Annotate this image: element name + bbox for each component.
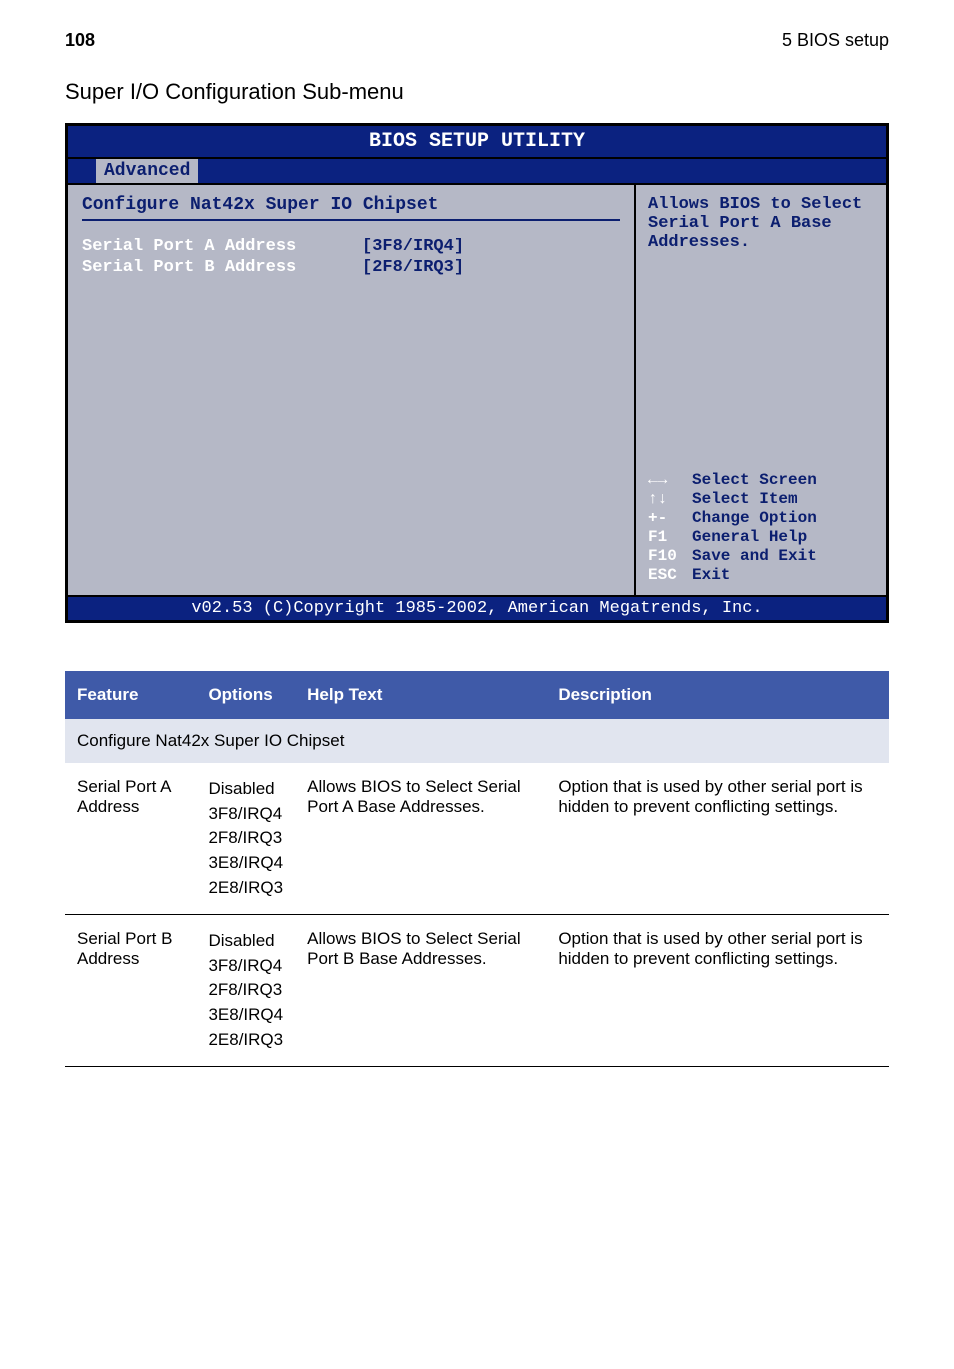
- bios-key-row: F1General Help: [648, 528, 874, 546]
- chapter-label: 5 BIOS setup: [782, 30, 889, 51]
- bios-key-action: Select Item: [692, 490, 798, 508]
- bios-setting-label: Serial Port B Address: [82, 258, 362, 277]
- bios-setting-value: [3F8/IRQ4]: [362, 237, 464, 256]
- bios-key: ESC: [648, 566, 692, 584]
- bios-title: BIOS SETUP UTILITY: [68, 126, 886, 159]
- section-title: Super I/O Configuration Sub-menu: [65, 79, 889, 105]
- bios-setting-value: [2F8/IRQ3]: [362, 258, 464, 277]
- bios-key-row: ←→Select Screen: [648, 471, 874, 489]
- th-feature: Feature: [65, 671, 196, 719]
- bios-key-row: +-Change Option: [648, 509, 874, 527]
- option-value: 2E8/IRQ3: [208, 876, 283, 901]
- cell-desc: Option that is used by other serial port…: [546, 763, 889, 915]
- cell-help: Allows BIOS to Select Serial Port B Base…: [295, 915, 546, 1067]
- option-value: 3F8/IRQ4: [208, 954, 283, 979]
- option-value: Disabled: [208, 929, 283, 954]
- option-value: 2F8/IRQ3: [208, 826, 283, 851]
- page-number: 108: [65, 30, 95, 51]
- bios-key: ↑↓: [648, 490, 692, 508]
- th-help: Help Text: [295, 671, 546, 719]
- cell-feature: Serial Port B Address: [65, 915, 196, 1067]
- table-row: Serial Port A AddressDisabled3F8/IRQ42F8…: [65, 763, 889, 915]
- option-value: 3E8/IRQ4: [208, 1003, 283, 1028]
- bios-key-action: Change Option: [692, 509, 817, 527]
- bios-key-action: Save and Exit: [692, 547, 817, 565]
- bios-help-text: Allows BIOS to Select Serial Port A Base…: [648, 195, 874, 252]
- option-value: 2E8/IRQ3: [208, 1028, 283, 1053]
- bios-help-panel: Allows BIOS to Select Serial Port A Base…: [636, 185, 886, 595]
- bios-key-row: ↑↓Select Item: [648, 490, 874, 508]
- bios-key-row: F10Save and Exit: [648, 547, 874, 565]
- option-value: Disabled: [208, 777, 283, 802]
- bios-key-action: General Help: [692, 528, 807, 546]
- cell-options: Disabled3F8/IRQ42F8/IRQ33E8/IRQ42E8/IRQ3: [196, 915, 295, 1067]
- bios-tab-row: Advanced: [68, 159, 886, 185]
- table-row: Serial Port B AddressDisabled3F8/IRQ42F8…: [65, 915, 889, 1067]
- feature-table: Feature Options Help Text Description Co…: [65, 671, 889, 1067]
- cell-desc: Option that is used by other serial port…: [546, 915, 889, 1067]
- th-options: Options: [196, 671, 295, 719]
- bios-key: +-: [648, 509, 692, 527]
- option-value: 3E8/IRQ4: [208, 851, 283, 876]
- bios-tab-advanced: Advanced: [96, 159, 198, 183]
- bios-setting-row: Serial Port B Address[2F8/IRQ3]: [82, 258, 620, 277]
- bios-key: F1: [648, 528, 692, 546]
- option-value: 2F8/IRQ3: [208, 978, 283, 1003]
- cell-feature: Serial Port A Address: [65, 763, 196, 915]
- bios-left-panel: Configure Nat42x Super IO Chipset Serial…: [68, 185, 636, 595]
- option-value: 3F8/IRQ4: [208, 802, 283, 827]
- bios-screenshot: BIOS SETUP UTILITY Advanced Configure Na…: [65, 123, 889, 623]
- th-desc: Description: [546, 671, 889, 719]
- bios-key-legend: ←→Select Screen↑↓Select Item+-Change Opt…: [648, 471, 874, 585]
- table-subheading: Configure Nat42x Super IO Chipset: [65, 719, 889, 763]
- bios-key: F10: [648, 547, 692, 565]
- cell-options: Disabled3F8/IRQ42F8/IRQ33E8/IRQ42E8/IRQ3: [196, 763, 295, 915]
- bios-key-action: Select Screen: [692, 471, 817, 489]
- bios-key: ←→: [648, 471, 692, 489]
- bios-left-heading: Configure Nat42x Super IO Chipset: [82, 195, 620, 221]
- bios-setting-label: Serial Port A Address: [82, 237, 362, 256]
- bios-key-row: ESCExit: [648, 566, 874, 584]
- cell-help: Allows BIOS to Select Serial Port A Base…: [295, 763, 546, 915]
- bios-key-action: Exit: [692, 566, 730, 584]
- bios-footer: v02.53 (C)Copyright 1985-2002, American …: [68, 595, 886, 620]
- bios-setting-row: Serial Port A Address[3F8/IRQ4]: [82, 237, 620, 256]
